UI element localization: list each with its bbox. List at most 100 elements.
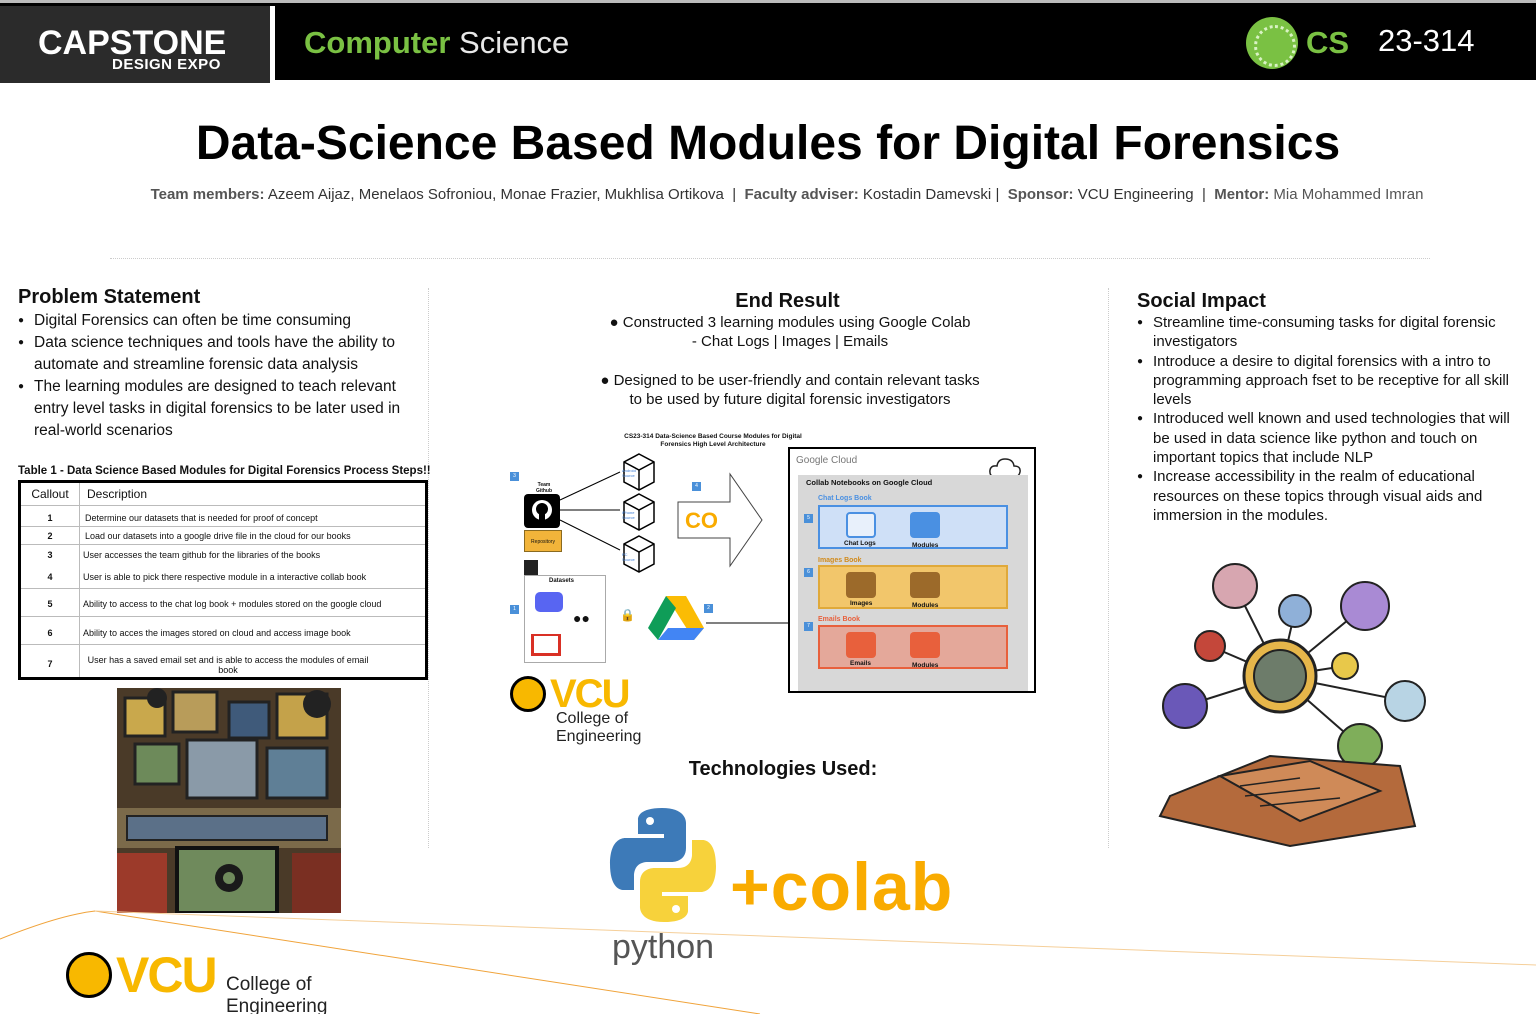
row-callout: 4 xyxy=(47,572,53,582)
cube-label: PC Source xyxy=(622,552,635,562)
dept-word-1: Computer xyxy=(304,25,451,60)
problem-bullet: The learning modules are designed to tea… xyxy=(18,376,423,442)
row-description: User is able to pick there respective mo… xyxy=(83,572,367,582)
cube-label: Android Source xyxy=(622,468,636,478)
table-row: 4 User is able to pick there respective … xyxy=(21,567,425,589)
row-description: Ability to access to the chat log book +… xyxy=(83,599,382,609)
mentor-label: Mentor: xyxy=(1214,186,1270,203)
emails-book: Emails Modules xyxy=(818,625,1008,669)
step-marker: 7 xyxy=(804,622,813,631)
end-result-heading: End Result xyxy=(735,290,840,312)
lock-icon: 🔒 xyxy=(620,608,635,622)
problem-bullet: Data science techniques and tools have t… xyxy=(18,332,423,376)
notebooks-title: Collab Notebooks on Google Cloud xyxy=(806,478,933,487)
step-marker: 1 xyxy=(510,605,519,614)
social-bullet: Introduce a desire to digital forensics … xyxy=(1137,352,1517,410)
architecture-diagram: CS23-314 Data-Science Based Course Modul… xyxy=(508,430,1040,695)
vcu-seal-icon xyxy=(66,952,112,998)
google-cloud-panel: Google Cloud Collab Notebooks on Google … xyxy=(788,447,1036,693)
step-marker: 4 xyxy=(692,482,701,491)
images-label: Images xyxy=(850,600,873,607)
department-name: Computer Science xyxy=(304,25,569,61)
device-cube-iphone xyxy=(622,492,656,531)
forensics-artwork-image xyxy=(117,688,341,913)
row-callout: 3 xyxy=(47,550,53,560)
modules-label: Modules xyxy=(912,602,939,609)
end-result-line: - Chat Logs | Images | Emails xyxy=(691,333,889,350)
separator: | xyxy=(995,186,1000,203)
adviser-label: Faculty adviser: xyxy=(744,186,859,203)
end-result-line: ● Constructed 3 learning modules using G… xyxy=(609,314,971,331)
row-description: Ability to acces the images stored on cl… xyxy=(83,628,351,638)
section-divider xyxy=(110,258,1430,259)
images-book: Images Modules xyxy=(818,565,1008,609)
table-caption: Table 1 - Data Science Based Modules for… xyxy=(18,465,431,477)
col-description: Description xyxy=(87,487,148,501)
mail-icon xyxy=(846,632,876,658)
technologies-heading: Technologies Used: xyxy=(688,758,878,780)
sponsor-label: Sponsor: xyxy=(1007,186,1074,203)
modules-list-icon xyxy=(910,632,940,658)
modules-list-icon xyxy=(910,572,940,598)
mentor-name: Mia Mohammed Imran xyxy=(1273,186,1424,203)
table-row: 3 User accesses the team github for the … xyxy=(21,545,425,567)
social-network-illustration xyxy=(1158,563,1426,848)
modules-label: Modules xyxy=(912,542,939,549)
social-impact-heading: Social Impact xyxy=(1137,290,1266,312)
header-divider xyxy=(270,6,275,83)
folder-icon xyxy=(846,512,876,538)
colab-mark-icon: CO xyxy=(685,508,718,533)
modules-list-icon xyxy=(910,512,940,538)
row-callout: 5 xyxy=(47,599,53,609)
table-header-row: Callout Description xyxy=(21,487,425,506)
problem-heading: Problem Statement xyxy=(18,286,201,308)
row-callout: 7 xyxy=(47,659,53,669)
column-divider-right xyxy=(1108,288,1109,848)
datasets-box: Datasets ●● xyxy=(524,575,606,663)
table-row: 6 Ability to acces the images stored on … xyxy=(21,617,425,645)
sponsor-name: VCU Engineering xyxy=(1077,186,1194,203)
header-bar: CAPSTONE DESIGN EXPO Computer Science CS… xyxy=(0,0,1536,83)
cs-label: CS xyxy=(1306,25,1350,60)
problem-bullet: Digital Forensics can often be time cons… xyxy=(18,310,423,332)
row-callout: 6 xyxy=(47,628,53,638)
team-github-label: Team Github xyxy=(535,482,553,494)
step-marker: 5 xyxy=(804,514,813,523)
colab-notebooks-area: Collab Notebooks on Google Cloud Chat Lo… xyxy=(798,475,1028,691)
social-bullet: Increase accessibility in the realm of e… xyxy=(1137,467,1517,525)
column-divider-left xyxy=(428,288,429,848)
table-row: 5 Ability to access to the chat log book… xyxy=(21,589,425,617)
cs-logo-icon xyxy=(1246,17,1298,69)
row-description: User accesses the team github for the li… xyxy=(83,550,321,560)
step-marker: 6 xyxy=(804,568,813,577)
image-icon xyxy=(846,572,876,598)
gmail-icon xyxy=(531,634,561,656)
chat-logs-book: Chat Logs Modules xyxy=(818,505,1008,549)
footprints-icon: ●● xyxy=(573,610,590,626)
device-cube-pc xyxy=(622,534,656,573)
capstone-logo: CAPSTONE DESIGN EXPO xyxy=(0,6,270,83)
end-result-line: to be used by future digital forensic in… xyxy=(629,391,951,408)
row-description: Load our datasets into a google drive fi… xyxy=(85,531,351,541)
datasets-label: Datasets xyxy=(549,578,575,584)
step-marker: 3 xyxy=(510,472,519,481)
separator: | xyxy=(732,186,737,203)
discord-icon xyxy=(535,592,563,612)
dept-word-2: Science xyxy=(459,25,570,60)
github-icon xyxy=(524,494,560,528)
college-label: College of Engineering xyxy=(226,974,328,1014)
google-drive-icon xyxy=(648,596,704,640)
cube-label: iPhone Source xyxy=(622,510,635,520)
project-number: 23-314 xyxy=(1378,23,1475,58)
col-callout: Callout xyxy=(31,487,69,501)
row-description: Determine our datasets that is needed fo… xyxy=(85,513,318,523)
row-callout: 2 xyxy=(47,531,53,541)
vcu-seal-icon xyxy=(510,676,546,712)
separator: | xyxy=(1201,186,1206,203)
table-row: 1 Determine our datasets that is needed … xyxy=(21,507,425,527)
social-impact-list: Streamline time-consuming tasks for digi… xyxy=(1137,313,1517,525)
chat-logs-label: Chat Logs xyxy=(844,540,876,547)
images-book-label: Images Book xyxy=(818,557,862,564)
credits-line: Team members: Azeem Aijaz, Menelaos Sofr… xyxy=(0,186,1536,203)
table-row: 7 User has a saved email set and is able… xyxy=(21,645,425,677)
